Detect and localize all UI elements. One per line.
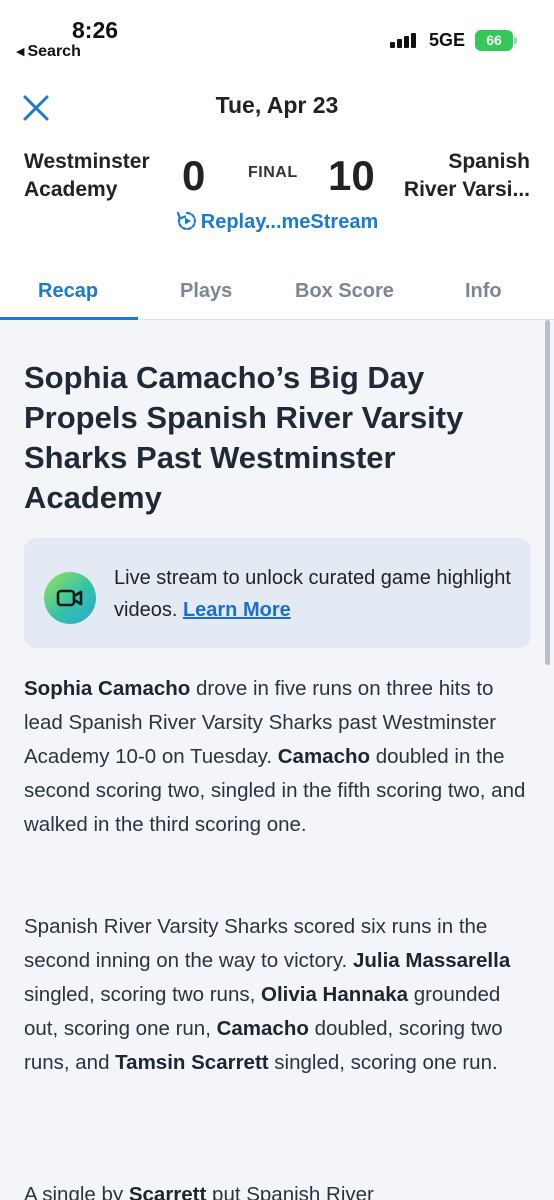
paragraph-text: singled, scoring one run. [268, 1051, 498, 1074]
player-name: Julia Massarella [352, 949, 511, 972]
home-team-name[interactable]: Westminster Academy [24, 148, 150, 204]
paragraph-text: singled, scoring two runs, [24, 983, 262, 1006]
player-name: Sophia Camacho [24, 677, 191, 700]
away-team-line2: River Varsi... [403, 178, 530, 201]
video-camera-icon [44, 572, 96, 624]
player-name: Scarrett [128, 1183, 207, 1200]
game-header: Tue, Apr 23 Westminster Academy 0 FINAL … [0, 68, 554, 320]
player-name: Camacho [277, 745, 371, 768]
paragraph-text: put Spanish River [206, 1183, 374, 1200]
home-team-score: 0 [182, 152, 206, 199]
back-label: Search [27, 43, 81, 60]
player-name: Tamsin Scarrett [115, 1051, 269, 1074]
promo-message: Live stream to unlock curated game highl… [114, 567, 511, 621]
away-team-name[interactable]: Spanish River Varsi... [404, 148, 530, 204]
learn-more-link[interactable]: Learn More [183, 599, 291, 621]
article-headline: Sophia Camacho’s Big Day Propels Spanish… [24, 360, 464, 515]
tab-bar: Recap Plays Box Score Info [0, 268, 554, 320]
replay-label: Replay...meStream [200, 211, 379, 233]
network-label: 5GE [429, 30, 466, 50]
scrollbar[interactable] [545, 320, 550, 665]
article-paragraph-1: Sophia Camacho drove in five runs on thr… [24, 672, 534, 842]
signal-icon [390, 32, 416, 48]
tab-recap[interactable]: Recap [38, 280, 98, 303]
live-stream-promo[interactable]: Live stream to unlock curated game highl… [24, 538, 531, 648]
game-status: FINAL [248, 164, 298, 181]
tab-info[interactable]: Info [465, 280, 502, 303]
article-paragraph-3: A single by Scarrett put Spanish River [24, 1178, 534, 1200]
battery-icon: 66 [475, 30, 517, 51]
battery-level: 66 [486, 32, 502, 48]
article-paragraph-2: Spanish River Varsity Sharks scored six … [24, 910, 534, 1080]
game-date: Tue, Apr 23 [215, 92, 339, 118]
player-name: Olivia Hannaka [261, 983, 408, 1006]
clock: 8:26 [72, 17, 119, 43]
recap-content[interactable]: Sophia Camacho’s Big Day Propels Spanish… [0, 320, 554, 1200]
promo-text: Live stream to unlock curated game highl… [114, 562, 514, 626]
away-team-score: 10 [328, 152, 375, 199]
replay-link[interactable]: Replay...meStream [0, 210, 554, 234]
back-to-search[interactable]: ◀ Search [16, 43, 81, 61]
home-team-line2: Academy [24, 178, 118, 201]
chevron-left-icon: ◀ [16, 46, 25, 58]
away-team-line1: Spanish [448, 150, 530, 173]
paragraph-text: A single by [24, 1183, 129, 1200]
tab-plays[interactable]: Plays [180, 280, 232, 303]
status-bar: 8:26 ◀ Search 5GE 66 [0, 0, 554, 68]
home-team-line1: Westminster [24, 150, 150, 173]
replay-icon [176, 211, 196, 231]
player-name: Camacho [216, 1017, 309, 1040]
tab-box-score[interactable]: Box Score [295, 280, 394, 303]
